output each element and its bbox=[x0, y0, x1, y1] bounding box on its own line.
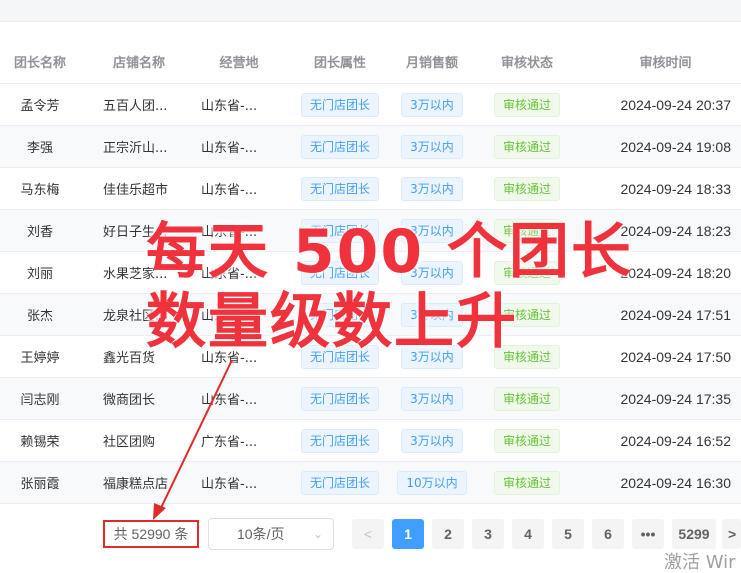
page-button-3[interactable]: 3 bbox=[472, 519, 504, 549]
leader-attr-tag: 无门店团长 bbox=[300, 134, 379, 159]
status-cell: 审核通过 bbox=[488, 462, 566, 503]
page-button-4[interactable]: 4 bbox=[512, 519, 544, 549]
location: 山东省-... bbox=[201, 393, 258, 408]
location: 山东省-... bbox=[201, 99, 258, 114]
review-time: 2024-09-24 16:52 bbox=[620, 432, 731, 449]
page-button-1[interactable]: 1 bbox=[392, 519, 424, 549]
leader-attr-tag: 无门店团长 bbox=[300, 470, 379, 495]
leader-name: 张杰 bbox=[26, 309, 53, 324]
leader-attr-cell: 无门店团长 bbox=[294, 168, 386, 209]
sales-tag: 10万以内 bbox=[397, 470, 467, 495]
location: 广东省-... bbox=[201, 435, 258, 450]
leader-name: 张丽霞 bbox=[20, 477, 60, 492]
table-header: 团长名称 店铺名称 经营地 团长属性 月销售额 审核状态 审核时间 bbox=[0, 40, 741, 84]
header-location[interactable]: 经营地 bbox=[195, 40, 283, 83]
page-button-2[interactable]: 2 bbox=[432, 519, 464, 549]
table-row[interactable]: 孟令芳 五百人团... 山东省-... 无门店团长 3万以内 审核通过 2024-09-24… bbox=[0, 84, 741, 126]
page-size-value: 10条/页 bbox=[237, 526, 285, 542]
header-leader-attr[interactable]: 团长属性 bbox=[294, 40, 386, 83]
leader-name: 李强 bbox=[26, 141, 53, 156]
header-review-status[interactable]: 审核状态 bbox=[488, 40, 566, 83]
status-cell: 审核通过 bbox=[488, 420, 566, 461]
leader-name: 赖锡荣 bbox=[20, 435, 60, 450]
sales-tag: 3万以内 bbox=[401, 386, 463, 411]
table-row[interactable]: 赖锡荣 社区团购 广东省-... 无门店团长 3万以内 审核通过 2024-09-24 16… bbox=[0, 420, 741, 462]
review-time: 2024-09-24 16:30 bbox=[620, 474, 731, 491]
sales-tag: 3万以内 bbox=[401, 176, 463, 201]
leader-name: 王婷婷 bbox=[20, 351, 60, 366]
leader-attr-cell: 无门店团长 bbox=[294, 84, 386, 125]
activation-watermark: 激活 Wir bbox=[664, 552, 736, 573]
review-time: 2024-09-24 20:37 bbox=[620, 96, 731, 113]
store-name: 五百人团... bbox=[103, 99, 168, 114]
store-name: 正宗沂山... bbox=[103, 141, 168, 156]
status-badge: 审核通过 bbox=[493, 134, 560, 159]
leader-name: 马东梅 bbox=[20, 183, 60, 198]
header-leader-name[interactable]: 团长名称 bbox=[0, 40, 80, 83]
leader-attr-cell: 无门店团长 bbox=[294, 462, 386, 503]
location: 山东省-... bbox=[201, 141, 258, 156]
store-name: 微商团长 bbox=[103, 393, 156, 408]
prev-page-button[interactable]: < bbox=[352, 519, 384, 549]
leader-attr-tag: 无门店团长 bbox=[300, 92, 379, 117]
leader-name: 刘丽 bbox=[26, 267, 53, 282]
leader-name: 孟令芳 bbox=[20, 99, 60, 114]
leader-name: 闫志刚 bbox=[20, 393, 60, 408]
sales-cell: 3万以内 bbox=[394, 168, 470, 209]
status-cell: 审核通过 bbox=[488, 378, 566, 419]
table-row[interactable]: 闫志刚 微商团长 山东省-... 无门店团长 3万以内 审核通过 2024-09-24 17… bbox=[0, 378, 741, 420]
leader-attr-tag: 无门店团长 bbox=[300, 386, 379, 411]
chevron-down-icon: ⌄ bbox=[312, 527, 323, 541]
location: 山东省-... bbox=[201, 183, 258, 198]
table-row[interactable]: 李强 正宗沂山... 山东省-... 无门店团长 3万以内 审核通过 2024-09-24 … bbox=[0, 126, 741, 168]
status-badge: 审核通过 bbox=[493, 92, 560, 117]
pagination: 共 52990 条 10条/页 ⌄ < 1 2 3 4 5 6 ••• 5299… bbox=[0, 518, 741, 552]
page-size-select[interactable]: 10条/页 ⌄ bbox=[208, 518, 334, 550]
leader-attr-tag: 无门店团长 bbox=[300, 428, 379, 453]
leader-name: 刘香 bbox=[26, 225, 53, 240]
top-bar bbox=[0, 0, 741, 22]
status-badge: 审核通过 bbox=[493, 386, 560, 411]
sales-tag: 3万以内 bbox=[401, 428, 463, 453]
sales-cell: 3万以内 bbox=[394, 126, 470, 167]
review-time: 2024-09-24 18:33 bbox=[620, 180, 731, 197]
more-pages-button[interactable]: ••• bbox=[632, 519, 664, 549]
next-page-button[interactable]: > bbox=[722, 519, 741, 549]
review-time: 2024-09-24 17:35 bbox=[620, 390, 731, 407]
header-store-name[interactable]: 店铺名称 bbox=[95, 40, 183, 83]
leader-attr-cell: 无门店团长 bbox=[294, 378, 386, 419]
review-time: 2024-09-24 17:50 bbox=[620, 348, 731, 365]
status-badge: 审核通过 bbox=[493, 470, 560, 495]
page-button-6[interactable]: 6 bbox=[592, 519, 624, 549]
total-count: 共 52990 条 bbox=[103, 520, 199, 548]
status-badge: 审核通过 bbox=[493, 428, 560, 453]
sales-tag: 3万以内 bbox=[401, 92, 463, 117]
sales-cell: 3万以内 bbox=[394, 84, 470, 125]
promo-headline-line1: 每天 500 个团长 bbox=[146, 217, 634, 287]
sales-tag: 3万以内 bbox=[401, 134, 463, 159]
location: 山东省-... bbox=[201, 477, 258, 492]
store-name: 佳佳乐超市 bbox=[103, 183, 169, 198]
table-row[interactable]: 马东梅 佳佳乐超市 山东省-... 无门店团长 3万以内 审核通过 2024-09-24 1… bbox=[0, 168, 741, 210]
sales-cell: 3万以内 bbox=[394, 378, 470, 419]
store-name: 社区团购 bbox=[103, 435, 156, 450]
last-page-button[interactable]: 5299 bbox=[672, 519, 716, 549]
sales-cell: 10万以内 bbox=[394, 462, 470, 503]
leader-attr-cell: 无门店团长 bbox=[294, 420, 386, 461]
store-name: 福康糕点店 bbox=[103, 477, 169, 492]
page-button-5[interactable]: 5 bbox=[552, 519, 584, 549]
header-review-time[interactable]: 审核时间 bbox=[590, 40, 741, 83]
status-cell: 审核通过 bbox=[488, 168, 566, 209]
status-cell: 审核通过 bbox=[488, 84, 566, 125]
sales-cell: 3万以内 bbox=[394, 420, 470, 461]
table-row[interactable]: 张丽霞 福康糕点店 山东省-... 无门店团长 10万以内 审核通过 2024-09-24 … bbox=[0, 462, 741, 504]
status-badge: 审核通过 bbox=[493, 176, 560, 201]
header-monthly-sales[interactable]: 月销售额 bbox=[394, 40, 470, 83]
status-cell: 审核通过 bbox=[488, 126, 566, 167]
leader-attr-tag: 无门店团长 bbox=[300, 176, 379, 201]
review-time: 2024-09-24 19:08 bbox=[620, 138, 731, 155]
review-time: 2024-09-24 17:51 bbox=[620, 306, 731, 323]
promo-headline-line2: 数量级数上升 bbox=[146, 287, 518, 357]
leader-attr-cell: 无门店团长 bbox=[294, 126, 386, 167]
